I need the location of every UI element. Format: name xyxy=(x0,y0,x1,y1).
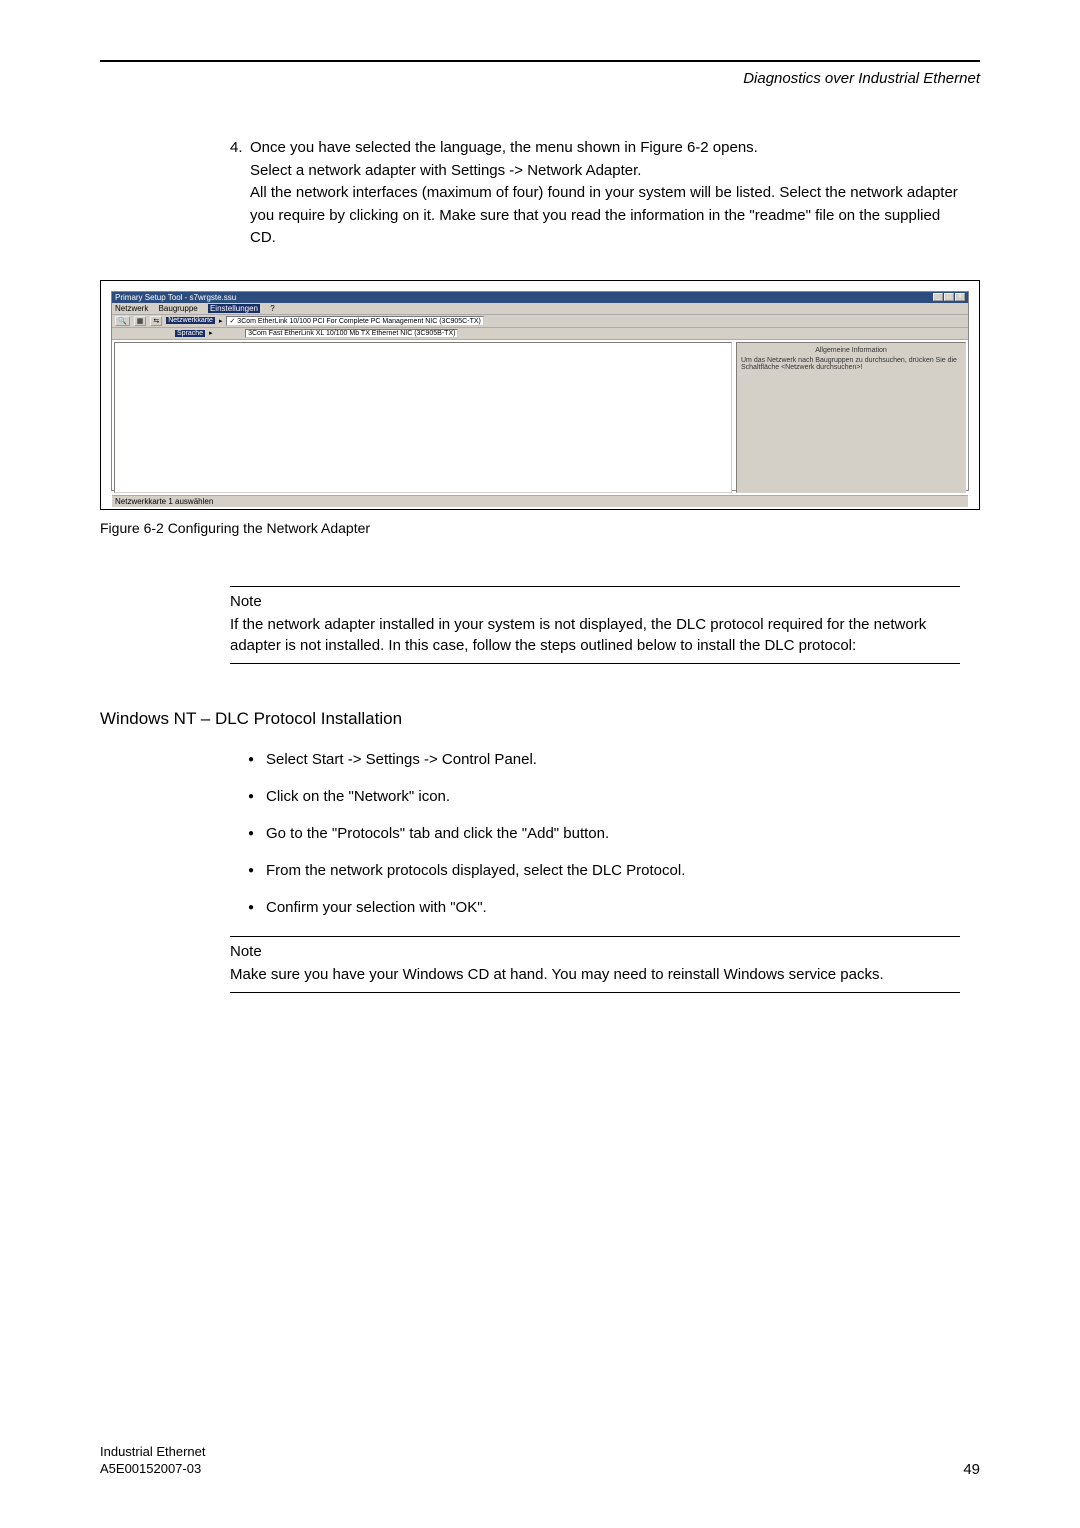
bullet-2: Click on the "Network" icon. xyxy=(248,788,960,805)
note-body: If the network adapter installed in your… xyxy=(230,614,960,658)
step-4: 4.Once you have selected the language, t… xyxy=(230,137,960,250)
page-footer: Industrial Ethernet A5E00152007-03 49 xyxy=(100,1444,980,1478)
header-rule xyxy=(100,60,980,62)
info-text: Um das Netzwerk nach Baugruppen zu durch… xyxy=(741,357,961,371)
section-title: Diagnostics over Industrial Ethernet xyxy=(100,67,980,87)
close-icon[interactable]: × xyxy=(955,293,965,301)
menu-einstellungen[interactable]: Einstellungen xyxy=(208,304,260,313)
menubar: Netzwerk Baugruppe Einstellungen ? xyxy=(112,303,968,315)
note-rule-bottom xyxy=(230,663,960,664)
bullet-4: From the network protocols displayed, se… xyxy=(248,862,960,879)
menu-netzwerk[interactable]: Netzwerk xyxy=(115,304,148,313)
footer-doc-title: Industrial Ethernet xyxy=(100,1444,206,1461)
note-2: Note Make sure you have your Windows CD … xyxy=(230,936,960,993)
step-line2: Select a network adapter with Settings -… xyxy=(250,160,960,183)
toolbar-row2: Sprache ▸ 3Com Fast EtherLink XL 10/100 … xyxy=(112,328,968,340)
subheading-dlc: Windows NT – DLC Protocol Installation xyxy=(100,709,980,729)
window-controls: _ □ × xyxy=(933,293,965,302)
toolbar: 🔍 ▦ ⇆ Netzwerkkarte ▸ ✓ 3Com EtherLink 1… xyxy=(112,315,968,328)
menu-baugruppe[interactable]: Baugruppe xyxy=(159,304,198,313)
statusbar: Netzwerkkarte 1 auswählen xyxy=(112,495,968,507)
figure-caption: Figure 6-2 Configuring the Network Adapt… xyxy=(100,520,980,536)
footer-left: Industrial Ethernet A5E00152007-03 xyxy=(100,1444,206,1478)
sprache-label[interactable]: Sprache xyxy=(175,330,205,337)
adapter-option-2[interactable]: 3Com Fast EtherLink XL 10/100 Mb TX Ethe… xyxy=(245,329,458,338)
step-line3: All the network interfaces (maximum of f… xyxy=(250,182,960,250)
note-1: Note If the network adapter installed in… xyxy=(230,586,960,665)
app-window: Primary Setup Tool - s7wrgste.ssu _ □ × … xyxy=(111,291,969,491)
toolbar-icon3[interactable]: ⇆ xyxy=(150,316,162,326)
note-title: Note xyxy=(230,593,960,610)
toolbar-icon2[interactable]: ▦ xyxy=(134,316,147,326)
footer-doc-id: A5E00152007-03 xyxy=(100,1461,206,1478)
spacer2: ▸ xyxy=(209,329,241,337)
note2-rule-bottom xyxy=(230,992,960,993)
note2-body: Make sure you have your Windows CD at ha… xyxy=(230,964,960,986)
menu-help[interactable]: ? xyxy=(270,304,274,313)
adapter-option-1[interactable]: ✓ 3Com EtherLink 10/100 PCI For Complete… xyxy=(226,316,483,326)
step-number: 4. xyxy=(230,137,250,160)
bullet-list: Select Start -> Settings -> Control Pane… xyxy=(248,751,960,916)
info-header: Allgemeine Information xyxy=(741,347,961,354)
page-number: 49 xyxy=(963,1461,980,1478)
minimize-icon[interactable]: _ xyxy=(933,293,943,301)
left-panel xyxy=(114,342,732,493)
bullet-1: Select Start -> Settings -> Control Pane… xyxy=(248,751,960,768)
note2-title: Note xyxy=(230,943,960,960)
note2-rule-top xyxy=(230,936,960,937)
window-body: Allgemeine Information Um das Netzwerk n… xyxy=(112,340,968,495)
toolbar-icon[interactable]: 🔍 xyxy=(115,316,130,326)
note-rule-top xyxy=(230,586,960,587)
right-panel: Allgemeine Information Um das Netzwerk n… xyxy=(736,342,966,493)
window-title-text: Primary Setup Tool - s7wrgste.ssu xyxy=(115,293,236,302)
submenu-arrow-icon: ▸ xyxy=(219,317,223,325)
bullet-3: Go to the "Protocols" tab and click the … xyxy=(248,825,960,842)
window-titlebar: Primary Setup Tool - s7wrgste.ssu _ □ × xyxy=(112,292,968,303)
bullet-5: Confirm your selection with "OK". xyxy=(248,899,960,916)
figure-screenshot: Primary Setup Tool - s7wrgste.ssu _ □ × … xyxy=(100,280,980,510)
maximize-icon[interactable]: □ xyxy=(944,293,954,301)
netzwerkkarte-label[interactable]: Netzwerkkarte xyxy=(166,317,215,324)
step-line1: Once you have selected the language, the… xyxy=(250,139,758,156)
